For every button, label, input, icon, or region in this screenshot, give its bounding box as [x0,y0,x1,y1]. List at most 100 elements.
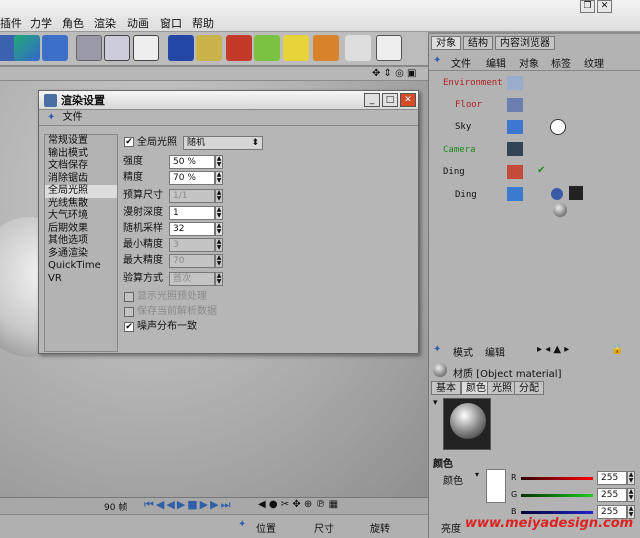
menu-file[interactable]: 文件 [451,55,471,70]
menu-help[interactable]: 帮助 [192,15,214,31]
menu-mode[interactable]: 模式 [453,344,473,359]
r-slider[interactable] [521,477,593,480]
prepass-select[interactable]: 1/1 [169,189,215,203]
menu-object[interactable]: 对象 [519,55,539,70]
tree-item-camera[interactable]: Camera [443,145,476,155]
category-general[interactable]: 常规设置 [45,135,117,148]
tab-basic[interactable]: 基本 [431,381,461,395]
category-environment[interactable]: 大气环境 [45,210,117,223]
gi-mode-select[interactable]: 随机 ⬍ [183,136,263,150]
category-save[interactable]: 文档保存 [45,160,117,173]
tree-item-ding[interactable]: Ding [443,167,465,177]
cube-select-icon[interactable] [42,35,68,61]
object-manager: 对象 结构 内容浏览器 ✦ 文件 编辑 对象 标签 纹理 Environment… [428,34,640,342]
label-position: 位置 [256,524,276,535]
cube-icon[interactable] [168,35,194,61]
category-antialias[interactable]: 消除锯齿 [45,173,117,186]
noise-checkbox[interactable]: ✔ [124,322,134,332]
tab-assignment[interactable]: 分配 [514,381,544,395]
accuracy-input[interactable]: 70 % [169,171,215,185]
menu-character[interactable]: 角色 [62,15,84,31]
menu-file[interactable]: 文件 [63,112,83,123]
material-tag-icon[interactable] [550,119,566,135]
max-accuracy-stepper[interactable]: ▲ ▼ [215,254,223,268]
tab-browser[interactable]: 内容浏览器 [495,36,555,50]
nurbs-icon[interactable] [226,35,252,61]
depth-stepper[interactable]: ▲ ▼ [215,206,223,220]
strength-label: 强度 [123,156,143,167]
nav-arrows-icon[interactable]: ▸ ◂ ▲ ▸ [537,344,569,355]
g-stepper[interactable]: ▲ ▼ [627,488,635,502]
tag-icons[interactable] [551,186,599,217]
gi-checkbox[interactable]: ✔ [124,137,134,147]
category-qtvr[interactable]: QuickTime VR [45,260,117,284]
prepass-arrow-icon: ▲ ▼ [215,189,223,203]
render-picture-icon[interactable] [104,35,130,61]
scene-icon[interactable] [313,35,339,61]
g-slider[interactable] [521,494,593,497]
close-button[interactable]: ✕ [597,0,612,13]
strength-input[interactable]: 50 % [169,155,215,169]
spline-icon[interactable] [196,35,222,61]
save-solution-checkbox[interactable] [124,307,134,317]
array-icon[interactable] [254,35,280,61]
category-caustics[interactable]: 光线焦散 [45,198,117,211]
menu-dynamics[interactable]: 力学 [30,15,52,31]
category-options[interactable]: 其他选项 [45,235,117,248]
tree-item-floor[interactable]: Floor [455,100,482,110]
close-button[interactable]: ✕ [400,93,416,107]
menu-window[interactable]: 窗口 [160,15,182,31]
depth-input[interactable]: 1 [169,206,215,220]
tab-structure[interactable]: 结构 [463,36,493,50]
render-view-icon[interactable] [76,35,102,61]
collapse-arrow-icon[interactable]: ▾ [433,398,438,408]
menu-tags[interactable]: 标签 [551,55,571,70]
g-input[interactable]: 255 [597,488,627,502]
category-output[interactable]: 输出模式 [45,148,117,161]
menu-animate[interactable]: 动画 [127,15,149,31]
accuracy-stepper[interactable]: ▲ ▼ [215,171,223,185]
scale-icon[interactable] [14,35,40,61]
notes-icon[interactable] [376,35,402,61]
render-settings-icon[interactable] [133,35,159,61]
b-slider[interactable] [521,511,593,514]
r-stepper[interactable]: ▲ ▼ [627,471,635,485]
category-gi[interactable]: 全局光照 [45,185,117,198]
menu-plugins[interactable]: 插件 [0,15,22,31]
color-swatch[interactable] [486,469,506,503]
strength-stepper[interactable]: ▲ ▼ [215,155,223,169]
method-select[interactable]: 首次 [169,272,215,286]
cone-icon [507,187,523,201]
samples-stepper[interactable]: ▲ ▼ [215,222,223,236]
floor-icon [507,98,523,112]
color-expand-icon[interactable]: ▾ [475,470,479,479]
checkmark-icon[interactable]: ✔ [537,165,545,176]
timeline-bar: 90 帧 ⏮◀◀▶■▶▶⏭ ◀ ● ✂ ✥ ⊕ ℗ ▦ [0,497,428,514]
keyframe-tools-icons[interactable]: ◀ ● ✂ ✥ ⊕ ℗ ▦ [258,499,338,510]
category-multipass[interactable]: 多通渲染 [45,248,117,261]
playback-buttons[interactable]: ⏮◀◀▶■▶▶⏭ [144,498,233,512]
menu-render[interactable]: 渲染 [94,15,116,31]
menu-edit[interactable]: 编辑 [485,344,505,359]
maximize-button[interactable]: □ [382,93,398,107]
min-accuracy-stepper[interactable]: ▲ ▼ [215,238,223,252]
lock-icon[interactable]: 🔒 [611,344,623,355]
samples-input[interactable]: 32 [169,222,215,236]
max-accuracy-input[interactable]: 70 [169,254,215,268]
min-accuracy-input[interactable]: 3 [169,238,215,252]
category-effects[interactable]: 后期效果 [45,223,117,236]
r-input[interactable]: 255 [597,471,627,485]
restore-button[interactable]: ❐ [580,0,595,13]
menu-texture[interactable]: 纹理 [584,55,604,70]
tree-item-sky[interactable]: Sky [455,122,471,132]
menu-edit[interactable]: 编辑 [486,55,506,70]
tree-item-environment[interactable]: Environment [443,78,503,88]
help-cursor-icon[interactable] [345,35,371,61]
tab-objects[interactable]: 对象 [431,36,461,50]
tab-illumination[interactable]: 光照 [487,381,517,395]
show-prepass-checkbox[interactable] [124,292,134,302]
tree-item-ding-child[interactable]: Ding [455,190,477,200]
viewport-nav-icons[interactable]: ✥ ⇕ ◎ ▣ [372,68,416,79]
minimize-button[interactable]: _ [364,93,380,107]
deformer-icon[interactable] [283,35,309,61]
